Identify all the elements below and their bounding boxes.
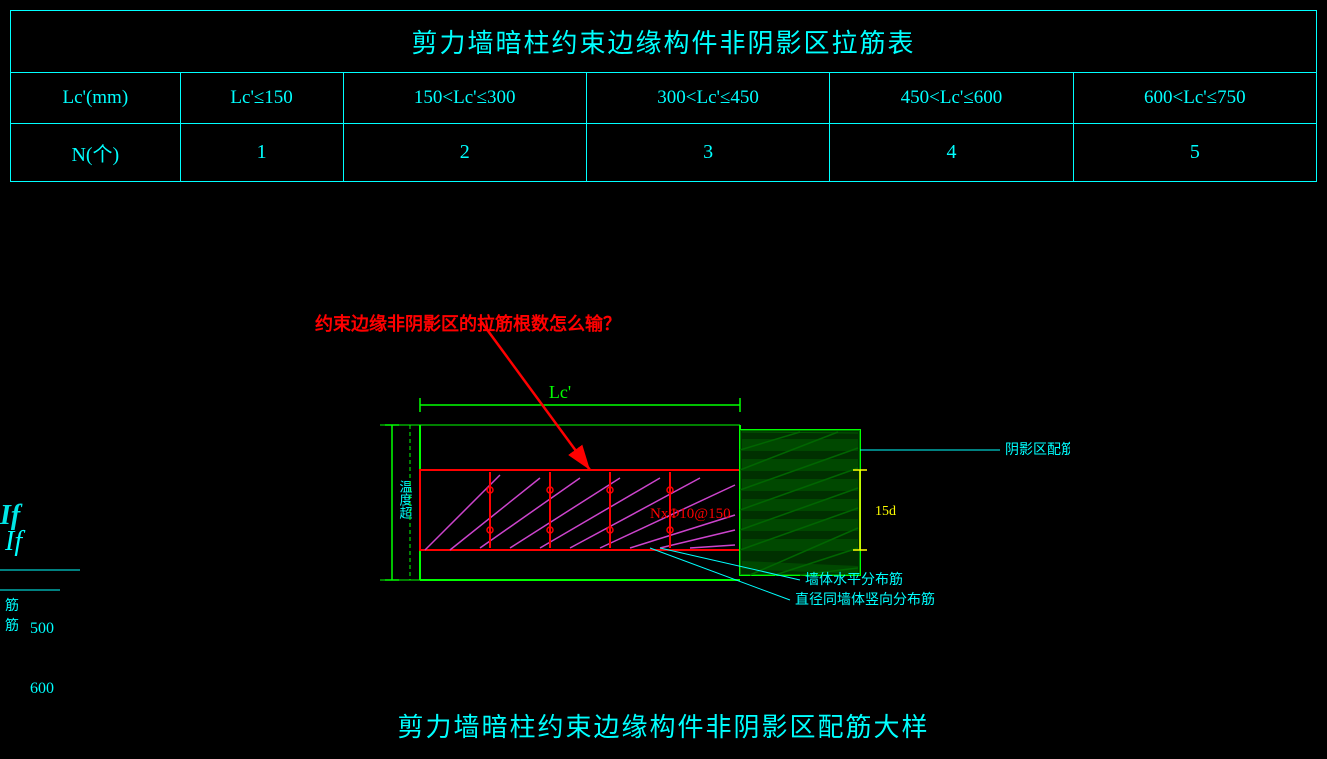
left-edge-lines: If 筋 筋: [0, 490, 110, 640]
main-container: 剪力墙暗柱约束边缘构件非阴影区拉筋表 Lc'(mm) Lc'≤150 150<L…: [0, 0, 1327, 759]
bottom-section: 剪力墙暗柱约束边缘构件非阴影区配筋大样: [0, 707, 1327, 744]
header-col2: 150<Lc'≤300: [343, 73, 586, 124]
row-col3: 3: [586, 124, 829, 182]
row-col1: 1: [180, 124, 343, 182]
header-col0: Lc'(mm): [11, 73, 181, 124]
table-header-row: Lc'(mm) Lc'≤150 150<Lc'≤300 300<Lc'≤450 …: [11, 73, 1317, 124]
row-col4: 4: [830, 124, 1073, 182]
ruler-600: 600: [30, 680, 54, 698]
row-col2: 2: [343, 124, 586, 182]
row-col0: N(个): [11, 124, 181, 182]
svg-text:筋: 筋: [5, 597, 19, 614]
header-col5: 600<Lc'≤750: [1073, 73, 1316, 124]
header-col1: Lc'≤150: [180, 73, 343, 124]
svg-text:直径同墙体竖向分布筋: 直径同墙体竖向分布筋: [795, 591, 935, 608]
svg-text:筋: 筋: [5, 617, 19, 634]
bottom-title: 剪力墙暗柱约束边缘构件非阴影区配筋大样: [397, 713, 929, 742]
svg-text:阴影区配筋详见相应边缘构件大样: 阴影区配筋详见相应边缘构件大样: [1005, 441, 1070, 458]
table-data-row: N(个) 1 2 3 4 5: [11, 124, 1317, 182]
main-title: 剪力墙暗柱约束边缘构件非阴影区拉筋表: [10, 10, 1317, 72]
row-col5: 5: [1073, 124, 1316, 182]
table-section: 剪力墙暗柱约束边缘构件非阴影区拉筋表 Lc'(mm) Lc'≤150 150<L…: [10, 10, 1317, 182]
header-col4: 450<Lc'≤600: [830, 73, 1073, 124]
svg-text:If: If: [4, 526, 25, 557]
annotation-arrow: [300, 290, 650, 510]
svg-text:15d: 15d: [875, 504, 896, 519]
data-table: Lc'(mm) Lc'≤150 150<Lc'≤300 300<Lc'≤450 …: [10, 72, 1317, 182]
header-col3: 300<Lc'≤450: [586, 73, 829, 124]
svg-text:NxΦ10@150: NxΦ10@150: [650, 506, 731, 522]
svg-text:墙体水平分布筋: 墙体水平分布筋: [805, 571, 903, 588]
